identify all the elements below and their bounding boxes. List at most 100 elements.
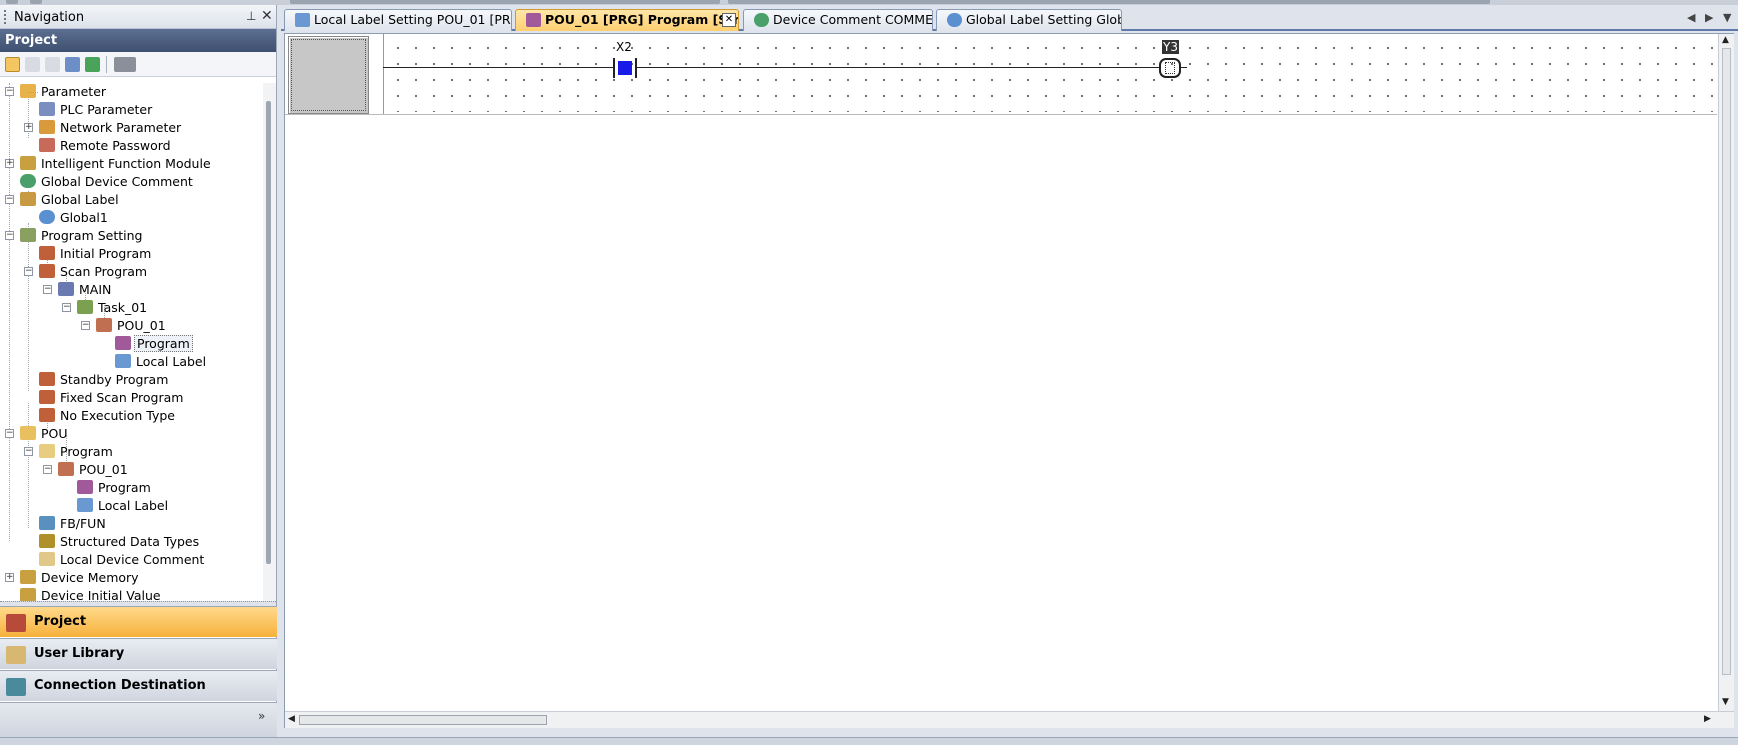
pin-icon[interactable]: ⊥ [246, 9, 256, 23]
contact-bar-left [613, 58, 615, 78]
tree-item-local-device-comment[interactable]: Local Device Comment [39, 551, 206, 569]
tree-line [9, 83, 10, 541]
program-type-icon [39, 246, 55, 260]
tab-close-icon[interactable]: ✕ [722, 13, 736, 27]
tree-item-global1[interactable]: Global1 [39, 209, 110, 227]
tree-item-device-memory[interactable]: Device Memory [20, 569, 141, 587]
copy-icon[interactable] [25, 57, 40, 72]
tree-item-task01[interactable]: Task_01 [77, 299, 149, 317]
tree-item-network-parameter[interactable]: Network Parameter [39, 119, 183, 137]
collapse-toggle[interactable]: − [81, 321, 90, 330]
property-icon[interactable] [65, 57, 80, 72]
tree-item-global-label[interactable]: Global Label [20, 191, 121, 209]
display-menu-icon[interactable] [114, 57, 136, 72]
tree-item-global-device-comment[interactable]: Global Device Comment [20, 173, 195, 191]
scroll-left-icon[interactable]: ◀ [288, 714, 295, 724]
coil-y3[interactable] [1159, 58, 1181, 78]
ladder-editor[interactable]: X2 Y3 ▲ ▼ ◀ ▶ [284, 33, 1734, 728]
tree-item-pou01[interactable]: POU_01 [96, 317, 168, 335]
tree-line [28, 223, 29, 391]
tree-item-fixed-scan-program[interactable]: Fixed Scan Program [39, 389, 185, 407]
tree-item-program-selected[interactable]: Program [115, 335, 193, 353]
scroll-right-icon[interactable]: ▶ [1704, 714, 1711, 724]
left-power-rail [383, 34, 384, 114]
tree-item-remote-password[interactable]: Remote Password [39, 137, 173, 155]
tab-pou01-program[interactable]: POU_01 [PRG] Program [Str... ✕ [515, 9, 739, 31]
expand-toggle[interactable]: + [5, 159, 14, 168]
strip-segment [728, 0, 1490, 4]
tab-global-label-setting[interactable]: Global Label Setting Global1 [936, 9, 1122, 31]
expand-toggle[interactable]: + [24, 123, 33, 132]
editor-horizontal-scrollbar[interactable]: ◀ ▶ [285, 711, 1734, 728]
connection-icon [6, 678, 26, 696]
collapse-toggle[interactable]: − [5, 231, 14, 240]
editor-vscroll-thumb[interactable] [1722, 48, 1731, 675]
rung-header[interactable] [288, 36, 369, 114]
tree-item-scan-program[interactable]: Scan Program [39, 263, 149, 281]
tree-scrollbar-thumb[interactable] [266, 101, 271, 564]
collapse-toggle[interactable]: − [24, 267, 33, 276]
contact-device-label: X2 [616, 40, 632, 54]
tree-item-structured-data-types[interactable]: Structured Data Types [39, 533, 201, 551]
tree-item-pou-program[interactable]: Program [77, 479, 153, 497]
global-label-icon [20, 192, 36, 206]
coil-device-label: Y3 [1162, 40, 1179, 54]
tree-item-pou-local-label[interactable]: Local Label [77, 497, 170, 515]
contact-bar-right [635, 58, 637, 78]
tree-item-pou[interactable]: POU [20, 425, 70, 443]
tree-scrollbar[interactable] [263, 83, 276, 601]
scroll-tabs-right-icon[interactable]: ▶ [1705, 11, 1713, 24]
contact-x2[interactable] [613, 58, 637, 78]
tree-item-fbfun[interactable]: FB/FUN [39, 515, 108, 533]
navigation-title: Navigation [14, 10, 85, 25]
tree-item-pou01-program[interactable]: POU_01 [58, 461, 130, 479]
ladder-rung-area[interactable]: X2 Y3 [285, 34, 1717, 114]
user-library-nav-button[interactable]: User Library [0, 638, 277, 669]
scroll-up-icon[interactable]: ▲ [1722, 35, 1729, 45]
tab-list-menu-icon[interactable]: ▼ [1723, 11, 1731, 24]
collapse-toggle[interactable]: − [43, 465, 52, 474]
tree-item-plc-parameter[interactable]: PLC Parameter [39, 101, 154, 119]
user-library-icon [6, 646, 26, 664]
editor-hscroll-thumb[interactable] [299, 715, 547, 725]
collapse-toggle[interactable]: − [5, 429, 14, 438]
tree-item-standby-program[interactable]: Standby Program [39, 371, 170, 389]
tree-item-device-initial-value[interactable]: Device Initial Value [20, 587, 163, 601]
collapse-toggle[interactable]: − [43, 285, 52, 294]
project-icon [6, 614, 26, 632]
scroll-tabs-left-icon[interactable]: ◀ [1687, 11, 1695, 24]
close-icon[interactable]: ✕ [261, 8, 273, 24]
tab-local-label-setting[interactable]: Local Label Setting POU_01 [PRG] [284, 9, 512, 31]
contact-on-indicator [618, 61, 632, 75]
tree-item-intelligent-function-module[interactable]: Intelligent Function Module [20, 155, 213, 173]
parameter-icon [20, 84, 36, 98]
tree-item-main[interactable]: MAIN [58, 281, 113, 299]
collapse-toggle[interactable]: − [62, 303, 71, 312]
expand-toggle[interactable]: + [5, 573, 14, 582]
project-nav-button[interactable]: Project [0, 606, 277, 637]
pou-icon [58, 462, 74, 476]
collapse-toggle[interactable]: − [5, 195, 14, 204]
scroll-down-icon[interactable]: ▼ [1722, 697, 1729, 707]
tab-device-comment[interactable]: Device Comment COMMENT [743, 9, 933, 31]
ladder-program-icon [526, 13, 541, 27]
main-program-icon [58, 282, 74, 296]
rung-line-left [383, 67, 613, 68]
paste-icon[interactable] [45, 57, 60, 72]
editor-vertical-scrollbar[interactable]: ▲ ▼ [1718, 34, 1734, 711]
tree-item-no-execution-type[interactable]: No Execution Type [39, 407, 177, 425]
tree-item-program-setting[interactable]: Program Setting [20, 227, 144, 245]
collapse-toggle[interactable]: − [24, 447, 33, 456]
tree-item-initial-program[interactable]: Initial Program [39, 245, 153, 263]
new-data-icon[interactable] [5, 57, 20, 72]
coil-cursor [1165, 62, 1175, 74]
drag-grip[interactable] [4, 10, 7, 24]
tree-item-local-label[interactable]: Local Label [115, 353, 208, 371]
collapse-toggle[interactable]: − [5, 87, 14, 96]
globe-label-icon [947, 13, 962, 27]
ladder-program-icon [77, 480, 93, 494]
refresh-icon[interactable] [85, 57, 100, 72]
tree-item-program-folder[interactable]: Program [39, 443, 115, 461]
more-buttons-icon[interactable]: » [258, 709, 265, 723]
connection-destination-nav-button[interactable]: Connection Destination [0, 670, 277, 701]
